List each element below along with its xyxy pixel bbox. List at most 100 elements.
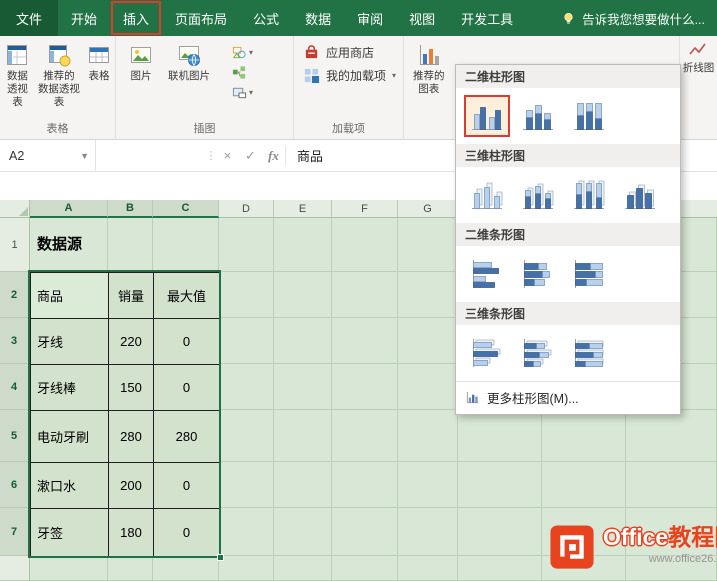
chart-type-3d-clustered-column[interactable]: [464, 174, 510, 216]
more-column-charts-item[interactable]: 更多柱形图(M)...: [456, 381, 680, 414]
cell-b6[interactable]: 200: [109, 463, 154, 509]
column-header-b[interactable]: B: [108, 200, 153, 218]
smartart-button[interactable]: [232, 65, 253, 80]
tab-page-layout[interactable]: 页面布局: [162, 0, 240, 36]
cell-c2[interactable]: 最大值: [154, 273, 220, 319]
cell-c3[interactable]: 0: [154, 319, 220, 365]
cell[interactable]: [398, 318, 458, 364]
cell[interactable]: [274, 556, 332, 581]
cell[interactable]: [398, 508, 458, 556]
cell-a7[interactable]: 牙签: [31, 509, 109, 557]
cell[interactable]: [219, 272, 274, 318]
chart-type-3d-stacked-column[interactable]: [515, 174, 561, 216]
cell[interactable]: [274, 364, 332, 410]
chart-type-2d-100-stacked-bar[interactable]: [566, 253, 612, 295]
tab-insert[interactable]: 插入: [110, 0, 162, 36]
chart-type-2d-100-stacked-column[interactable]: [566, 95, 612, 137]
chart-type-2d-clustered-bar[interactable]: [464, 253, 510, 295]
cell[interactable]: [542, 462, 626, 508]
row-header-1[interactable]: 1: [0, 218, 30, 272]
cell[interactable]: [332, 218, 398, 272]
column-header-a[interactable]: A: [30, 200, 108, 218]
fill-handle[interactable]: [217, 554, 224, 561]
cell-a2[interactable]: 商品: [31, 273, 109, 319]
column-header-g[interactable]: G: [398, 200, 458, 218]
cell[interactable]: [108, 218, 153, 272]
cell[interactable]: [332, 318, 398, 364]
cell-c6[interactable]: 0: [154, 463, 220, 509]
cell[interactable]: [332, 556, 398, 581]
tab-review[interactable]: 审阅: [344, 0, 396, 36]
cell[interactable]: [458, 556, 542, 581]
my-addins-button[interactable]: 我的加载项 ▾: [303, 67, 403, 84]
cell[interactable]: [458, 410, 542, 462]
cell[interactable]: [398, 462, 458, 508]
cell[interactable]: [153, 556, 219, 581]
tab-formulas[interactable]: 公式: [240, 0, 292, 36]
cell[interactable]: [332, 462, 398, 508]
cell[interactable]: [398, 556, 458, 581]
recommended-charts-button[interactable]: 推荐的 图表: [413, 40, 445, 96]
column-header-e[interactable]: E: [274, 200, 332, 218]
cell[interactable]: [274, 272, 332, 318]
cell-b3[interactable]: 220: [109, 319, 154, 365]
cell-b7[interactable]: 180: [109, 509, 154, 557]
cell[interactable]: [30, 556, 108, 581]
cell-a3[interactable]: 牙线: [31, 319, 109, 365]
tab-developer[interactable]: 开发工具: [448, 0, 526, 36]
cell-b2[interactable]: 销量: [109, 273, 154, 319]
cell[interactable]: [398, 272, 458, 318]
cell-c5[interactable]: 280: [154, 411, 220, 463]
cell[interactable]: [219, 462, 274, 508]
cell-b5[interactable]: 280: [109, 411, 154, 463]
cell[interactable]: [458, 508, 542, 556]
tab-view[interactable]: 视图: [396, 0, 448, 36]
row-header-8-partial[interactable]: [0, 556, 30, 581]
chart-type-3d-100-stacked-column[interactable]: [566, 174, 612, 216]
shapes-button[interactable]: ▾: [232, 45, 253, 60]
chart-type-2d-stacked-column[interactable]: [515, 95, 561, 137]
cell[interactable]: [332, 364, 398, 410]
cell[interactable]: [219, 410, 274, 462]
name-box[interactable]: A2 ▼: [0, 140, 96, 171]
cell[interactable]: [274, 462, 332, 508]
row-header-2[interactable]: 2: [0, 272, 30, 318]
select-all-button[interactable]: [0, 200, 30, 218]
cell[interactable]: [219, 218, 274, 272]
online-pictures-button[interactable]: 联机图片: [168, 40, 210, 100]
cell-a6[interactable]: 漱口水: [31, 463, 109, 509]
cell[interactable]: [274, 508, 332, 556]
cell-b4[interactable]: 150: [109, 365, 154, 411]
column-header-c[interactable]: C: [153, 200, 219, 218]
recommended-pivottables-button[interactable]: 推荐的 数据透视表: [35, 40, 83, 109]
chart-type-3d-stacked-bar[interactable]: [515, 332, 561, 374]
pivottable-button[interactable]: 数据 透视表: [3, 40, 32, 109]
line-sparkline-button[interactable]: 折线图: [680, 36, 717, 75]
cell[interactable]: [219, 556, 274, 581]
cell[interactable]: [274, 410, 332, 462]
name-box-caret-icon[interactable]: ▼: [80, 151, 95, 161]
cancel-button[interactable]: ×: [216, 140, 239, 171]
insert-function-button[interactable]: fx: [262, 140, 285, 171]
column-header-f[interactable]: F: [332, 200, 398, 218]
formula-bar-drag-handle[interactable]: ⋮: [206, 140, 217, 171]
cell[interactable]: [332, 410, 398, 462]
tab-data[interactable]: 数据: [292, 0, 344, 36]
cell[interactable]: [626, 462, 717, 508]
store-button[interactable]: 应用商店: [303, 44, 403, 61]
cell-a5[interactable]: 电动牙刷: [31, 411, 109, 463]
row-header-7[interactable]: 7: [0, 508, 30, 556]
cell[interactable]: [153, 218, 219, 272]
chart-type-2d-clustered-column[interactable]: [464, 95, 510, 137]
cell[interactable]: [398, 218, 458, 272]
cell[interactable]: [542, 410, 626, 462]
cell[interactable]: [626, 410, 717, 462]
formula-input[interactable]: 商品: [286, 140, 323, 171]
tab-home[interactable]: 开始: [58, 0, 110, 36]
cell[interactable]: [398, 410, 458, 462]
cell[interactable]: [108, 556, 153, 581]
tab-file[interactable]: 文件: [0, 0, 59, 36]
cell[interactable]: [458, 462, 542, 508]
cell-a4[interactable]: 牙线棒: [31, 365, 109, 411]
row-header-6[interactable]: 6: [0, 462, 30, 508]
